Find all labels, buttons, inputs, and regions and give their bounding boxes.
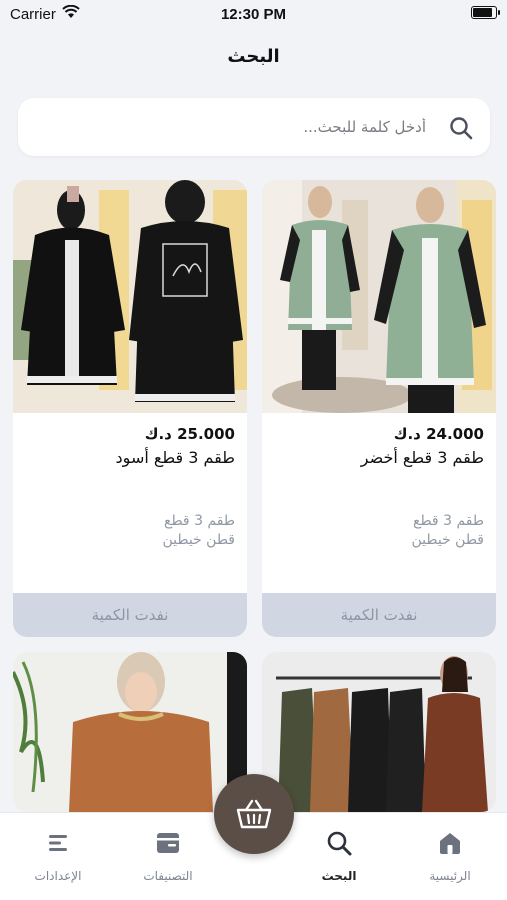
product-name: طقم 3 قطع أسود [115, 448, 235, 467]
tab-label: الرئيسية [429, 869, 471, 883]
sold-out-button[interactable]: نفدت الكمية [262, 593, 496, 637]
settings-icon [49, 835, 67, 851]
product-description: طقم 3 قطع قطن خيطين [162, 512, 235, 550]
sold-out-button[interactable]: نفدت الكمية [13, 593, 247, 637]
home-icon [440, 833, 460, 854]
product-image[interactable] [13, 652, 247, 812]
search-input[interactable] [30, 98, 426, 156]
product-description-line: طقم 3 قطع [413, 513, 484, 529]
tab-label: التصنيفات [143, 869, 193, 883]
product-price: 24.000 د.ك [393, 425, 484, 443]
search-icon[interactable] [448, 115, 474, 141]
categories-icon [157, 833, 179, 853]
search-bar [18, 98, 490, 156]
product-card[interactable]: 25.000 د.ك طقم 3 قطع أسود طقم 3 قطع قطن … [13, 180, 247, 637]
tab-settings[interactable]: الإعدادات [8, 829, 108, 883]
product-description-line: قطن خيطين [162, 532, 235, 548]
product-card[interactable]: 24.000 د.ك طقم 3 قطع أخضر طقم 3 قطع قطن … [262, 180, 496, 637]
product-description-line: طقم 3 قطع [164, 513, 235, 529]
product-image[interactable] [262, 652, 496, 812]
product-price: 25.000 د.ك [144, 425, 235, 443]
status-bar: Carrier 12:30 PM [0, 0, 507, 28]
search-icon [327, 831, 352, 856]
battery-icon [471, 6, 500, 19]
tab-label: الإعدادات [34, 869, 82, 883]
tab-categories[interactable]: التصنيفات [118, 829, 218, 883]
product-description-line: قطن خيطين [411, 532, 484, 548]
product-image[interactable] [262, 180, 496, 413]
product-description: طقم 3 قطع قطن خيطين [411, 512, 484, 550]
tab-label: البحث [321, 869, 357, 883]
tab-home[interactable]: الرئيسية [400, 829, 500, 883]
tab-search[interactable]: البحث [289, 829, 389, 883]
page-title: البحث [227, 46, 280, 67]
product-card[interactable] [262, 652, 496, 812]
product-name: طقم 3 قطع أخضر [360, 448, 484, 467]
status-time: 12:30 PM [220, 6, 287, 23]
product-image[interactable] [13, 180, 247, 413]
basket-icon [236, 799, 272, 829]
cart-button[interactable] [214, 774, 294, 854]
product-card[interactable] [13, 652, 247, 812]
